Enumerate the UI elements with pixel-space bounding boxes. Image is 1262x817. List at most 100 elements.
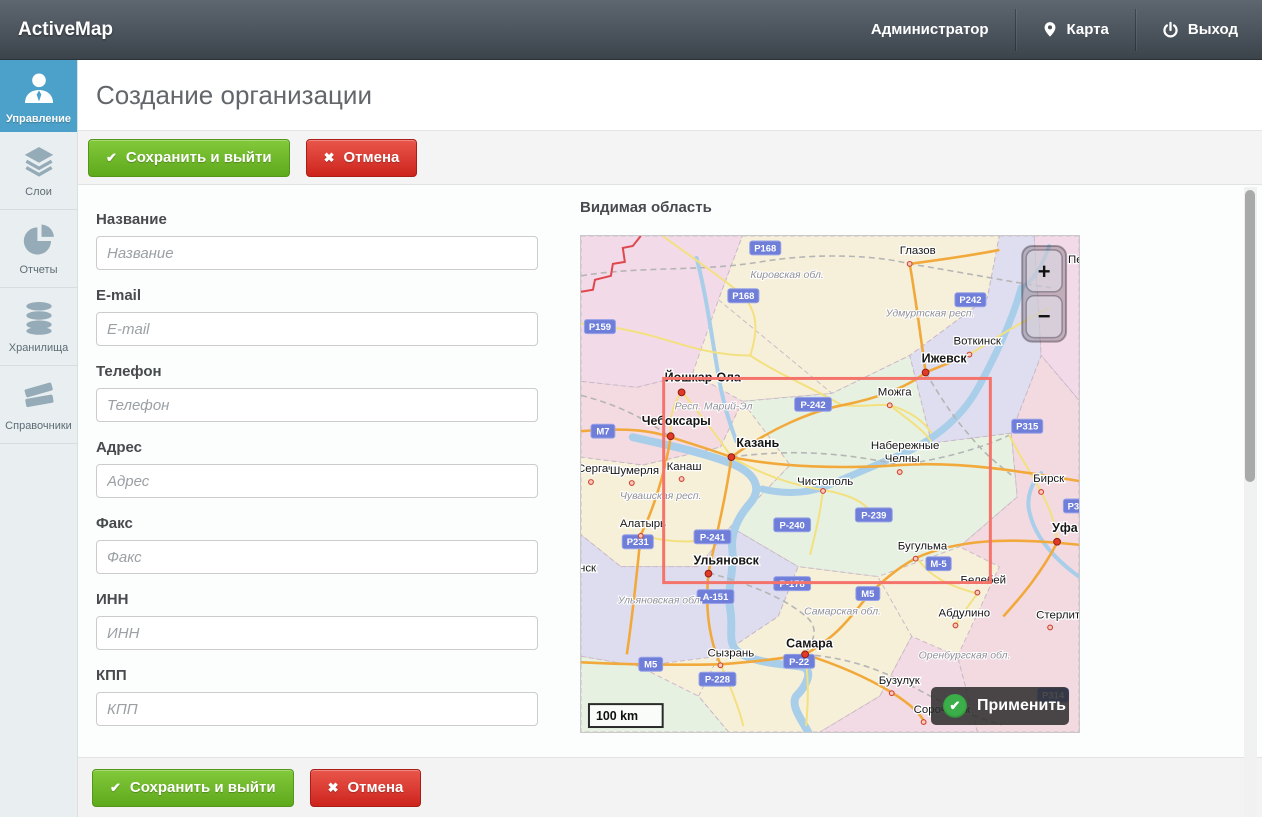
- city-dot: [678, 389, 685, 396]
- email-input[interactable]: [96, 312, 538, 346]
- svg-text:Р-228: Р-228: [705, 675, 730, 686]
- sidebar: Управление Слои Отчеты Хранил: [0, 60, 78, 817]
- road-badge: М-5: [926, 557, 951, 571]
- sidebar-item-directories[interactable]: Справочники: [0, 366, 77, 444]
- svg-text:Р231: Р231: [627, 537, 649, 548]
- layers-icon: [20, 143, 58, 181]
- user-icon: [19, 68, 59, 108]
- map-link-label: Карта: [1067, 21, 1109, 38]
- field-label: E-mail: [96, 287, 538, 304]
- svg-text:Р168: Р168: [754, 243, 776, 254]
- cancel-button-bottom[interactable]: ✖ Отмена: [310, 769, 422, 807]
- kpp-input[interactable]: [96, 692, 538, 726]
- town-dot: [967, 352, 972, 357]
- town-dot: [718, 663, 723, 668]
- sidebar-item-label: Хранилища: [9, 342, 69, 354]
- svg-text:Р-239: Р-239: [861, 510, 886, 521]
- field-label: Факс: [96, 515, 538, 532]
- main-panel: Создание организации ✔ Сохранить и выйти…: [78, 60, 1262, 817]
- form-field-inn: ИНН: [96, 591, 538, 650]
- city-label: Пе: [1068, 254, 1079, 266]
- title-bar: Создание организации: [78, 60, 1262, 131]
- books-icon: [20, 377, 58, 415]
- bottom-toolbar: ✔ Сохранить и выйти ✖ Отмена: [78, 757, 1262, 817]
- page-title: Создание организации: [96, 80, 372, 111]
- sidebar-item-label: Управление: [6, 113, 71, 125]
- svg-text:Р-241: Р-241: [700, 532, 725, 543]
- check-circle-icon: ✔: [943, 694, 967, 718]
- address-input[interactable]: [96, 464, 538, 498]
- zoom-out-button[interactable]: −: [1026, 296, 1062, 338]
- check-icon: ✔: [110, 780, 121, 796]
- sidebar-item-management[interactable]: Управление: [0, 60, 77, 132]
- pie-chart-icon: [20, 221, 58, 259]
- svg-text:Р-242: Р-242: [800, 400, 825, 411]
- city-dot: [802, 651, 809, 658]
- city-label: Абдулино: [939, 607, 991, 619]
- field-label: Телефон: [96, 363, 538, 380]
- city-label: Канаш: [667, 461, 702, 473]
- svg-text:М5: М5: [861, 589, 874, 600]
- zoom-in-button[interactable]: +: [1026, 250, 1062, 292]
- svg-text:+: +: [1038, 259, 1051, 284]
- region-label: Чувашская респ.: [620, 491, 702, 502]
- city-label: Шумерля: [610, 465, 659, 477]
- road-badge: Р-241: [694, 530, 731, 544]
- apply-button[interactable]: ✔ Применить: [931, 687, 1069, 725]
- sidebar-item-label: Справочники: [5, 420, 72, 432]
- road-badge: Р159: [584, 320, 615, 334]
- city-label: Стерлита: [1036, 609, 1079, 621]
- form-field-kpp: КПП: [96, 667, 538, 726]
- map-link[interactable]: Карта: [1042, 20, 1109, 39]
- town-dot: [921, 720, 926, 725]
- map-container: Р168Р168Р159Р242Р-242М7Р315Р31Р-241Р-240…: [580, 235, 1080, 733]
- save-button[interactable]: ✔ Сохранить и выйти: [88, 139, 290, 177]
- check-icon: ✔: [106, 150, 117, 166]
- sidebar-item-layers[interactable]: Слои: [0, 132, 77, 210]
- cancel-button[interactable]: ✖ Отмена: [306, 139, 418, 177]
- svg-text:Р242: Р242: [959, 295, 981, 306]
- logout-link-label: Выход: [1188, 21, 1238, 38]
- sidebar-item-storages[interactable]: Хранилища: [0, 288, 77, 366]
- form-field-name: Название: [96, 211, 538, 270]
- road-badge: Р-22: [784, 654, 815, 668]
- road-badge: Р242: [955, 293, 986, 307]
- save-button-bottom[interactable]: ✔ Сохранить и выйти: [92, 769, 294, 807]
- header-menu: Администратор Карта Выход: [871, 0, 1238, 59]
- vertical-scrollbar[interactable]: [1244, 187, 1257, 817]
- road-badge: А-151: [697, 590, 734, 604]
- inn-input[interactable]: [96, 616, 538, 650]
- city-label: Сызрань: [707, 647, 754, 659]
- road-badge: Р231: [622, 535, 653, 549]
- form-field-fax: Факс: [96, 515, 538, 574]
- svg-text:Р159: Р159: [589, 322, 611, 333]
- svg-text:М-5: М-5: [930, 559, 946, 570]
- scrollbar-thumb[interactable]: [1245, 190, 1255, 482]
- city-label: Самара: [786, 636, 833, 650]
- town-dot: [913, 556, 918, 561]
- region-label: Кировская обл.: [750, 269, 823, 281]
- top-toolbar: ✔ Сохранить и выйти ✖ Отмена: [78, 131, 1262, 185]
- logout-link[interactable]: Выход: [1162, 21, 1238, 39]
- apply-button-label: Применить: [977, 697, 1066, 715]
- city-label: Казань: [736, 436, 779, 450]
- city-dot: [1054, 538, 1061, 545]
- header-divider: [1135, 9, 1136, 51]
- town-dot: [1039, 490, 1044, 495]
- town-dot: [889, 691, 894, 696]
- city-label: Челны: [885, 453, 920, 465]
- form-field-email: E-mail: [96, 287, 538, 346]
- name-input[interactable]: [96, 236, 538, 270]
- sidebar-item-reports[interactable]: Отчеты: [0, 210, 77, 288]
- fax-input[interactable]: [96, 540, 538, 574]
- user-menu[interactable]: Администратор: [871, 21, 989, 38]
- city-label: Уфа: [1052, 521, 1078, 535]
- region-label: Удмуртская респ.: [885, 309, 975, 320]
- map-canvas[interactable]: Р168Р168Р159Р242Р-242М7Р315Р31Р-241Р-240…: [581, 236, 1079, 732]
- phone-input[interactable]: [96, 388, 538, 422]
- city-label: Чебоксары: [642, 414, 711, 428]
- city-label: Чистополь: [797, 476, 853, 488]
- city-label: нск: [581, 563, 597, 575]
- save-button-label: Сохранить и выйти: [130, 779, 276, 796]
- cancel-button-label: Отмена: [348, 779, 404, 796]
